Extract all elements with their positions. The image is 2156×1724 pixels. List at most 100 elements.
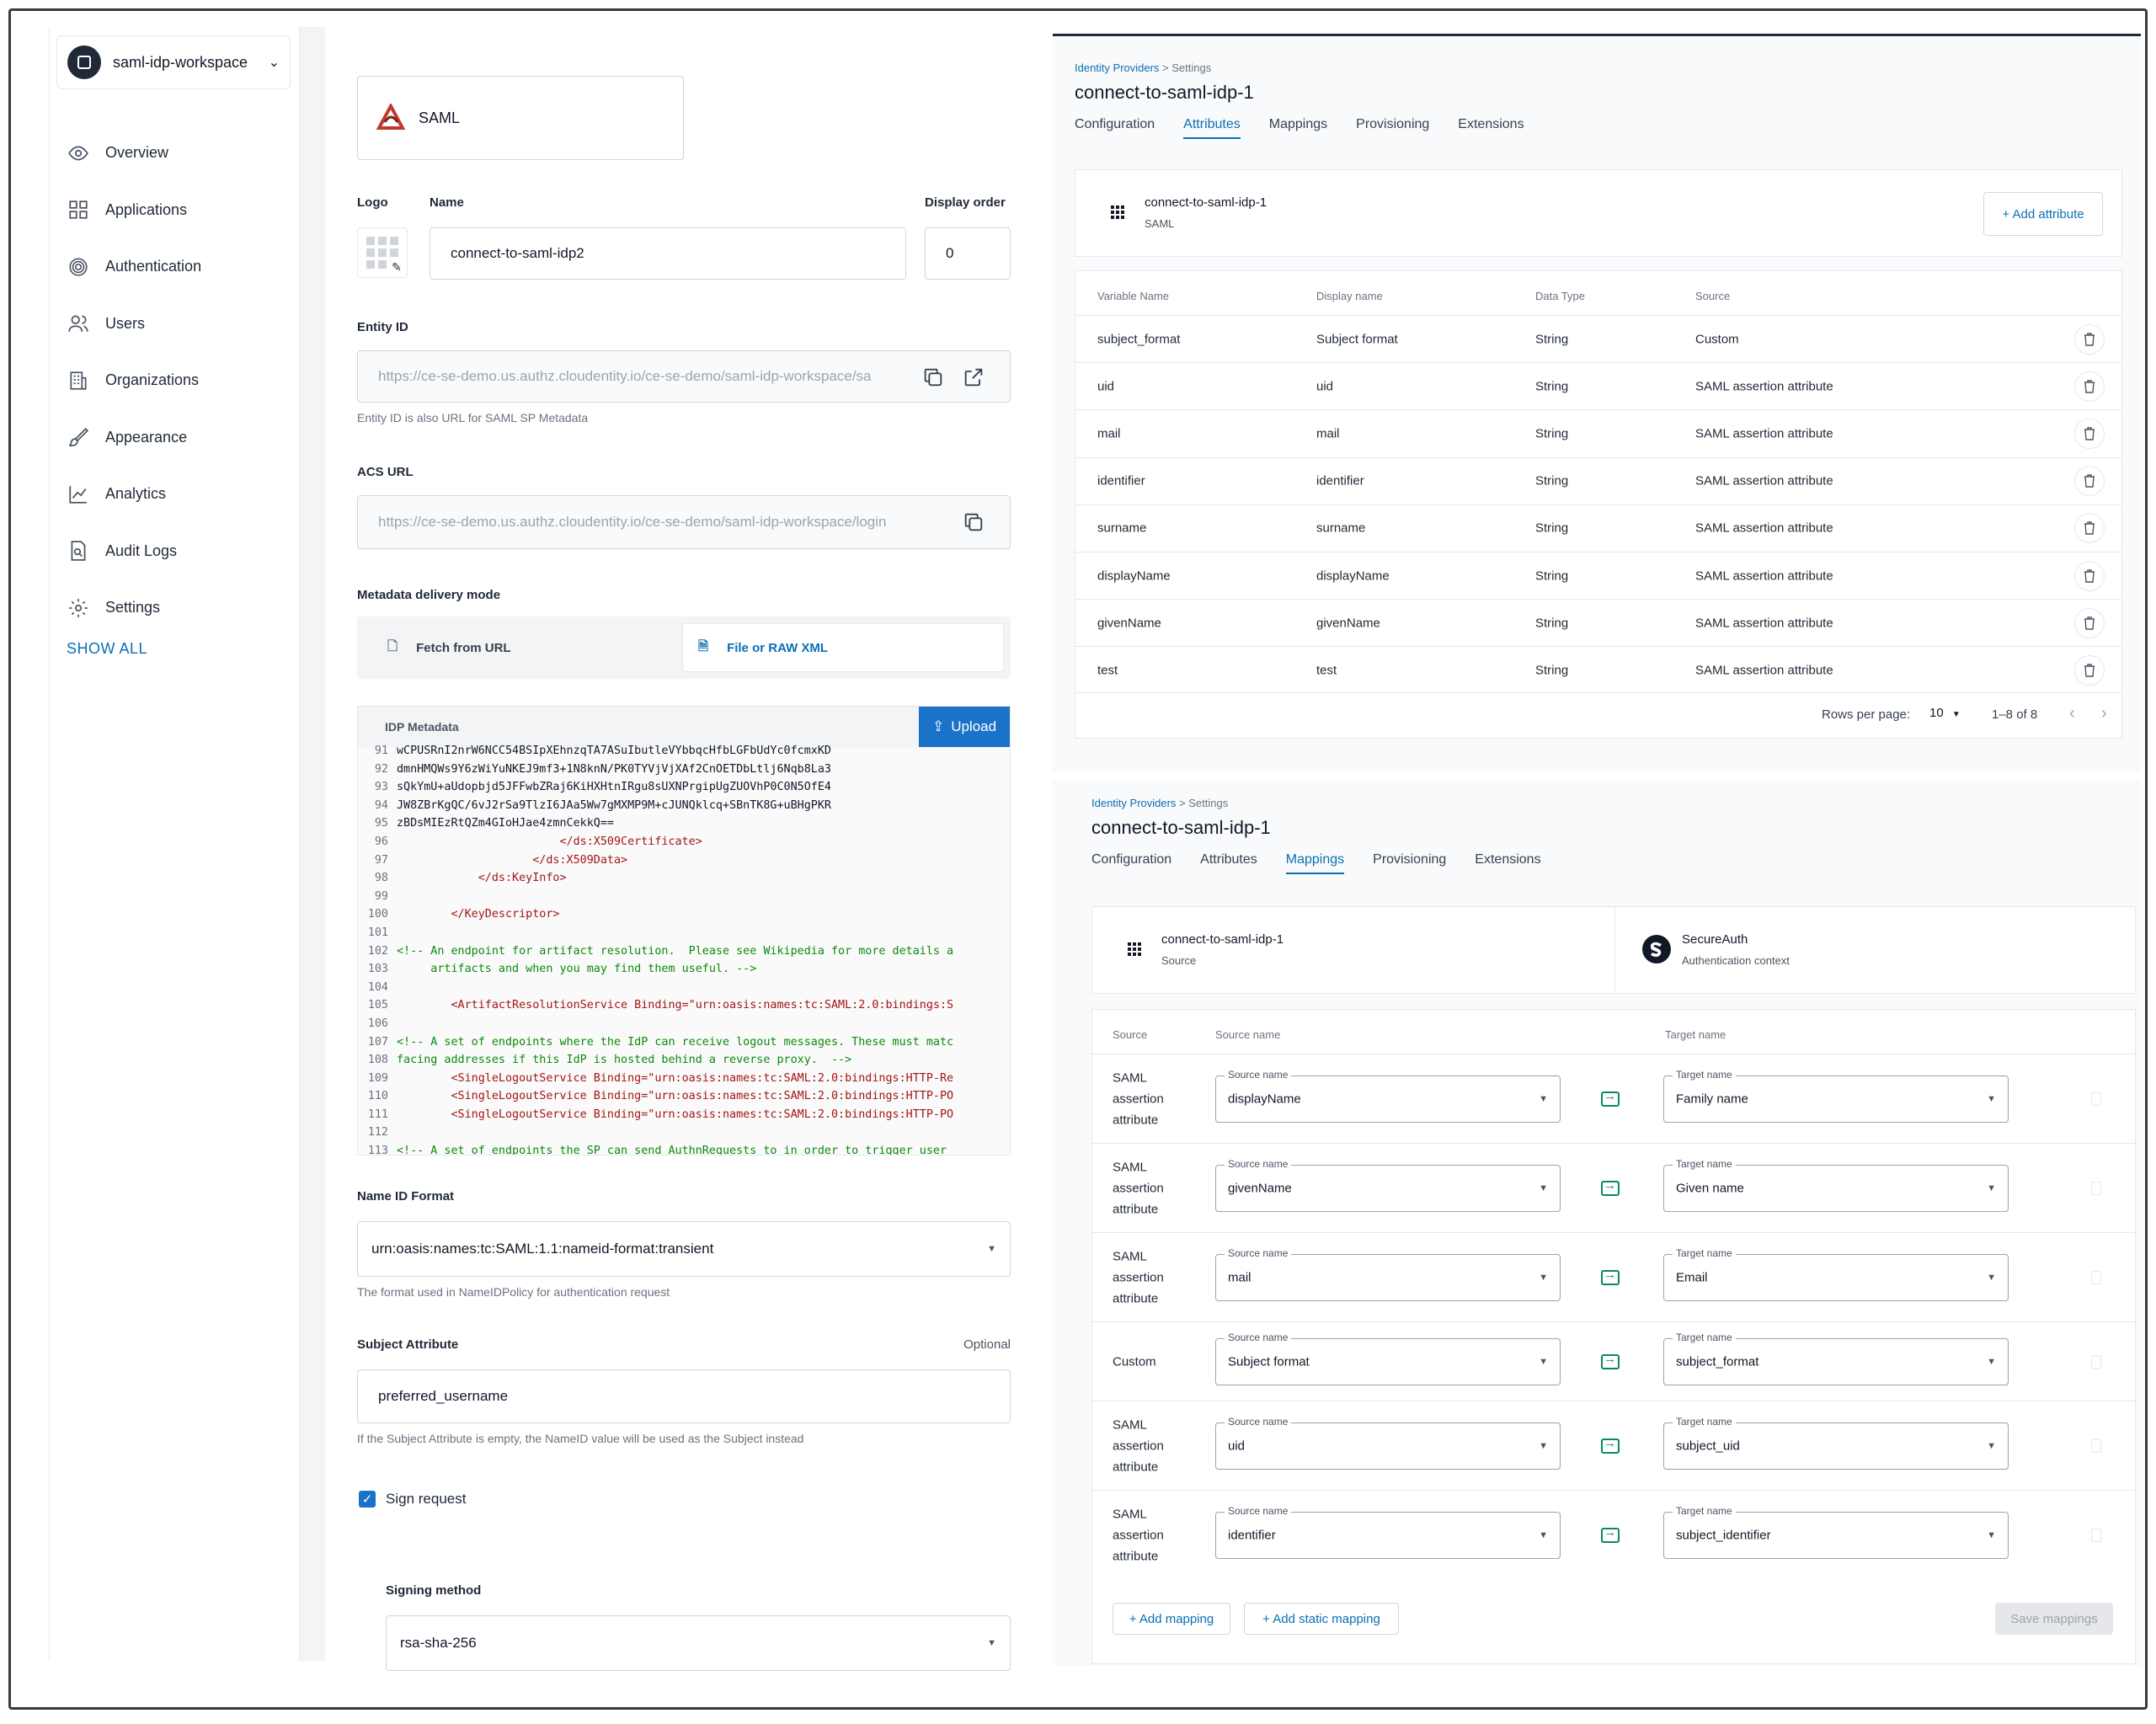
workspace-name: saml-idp-workspace (113, 53, 248, 71)
sidebar-item-organizations[interactable]: Organizations (50, 352, 299, 409)
tab-provisioning[interactable]: Provisioning (1373, 852, 1446, 874)
tab-configuration[interactable]: Configuration (1091, 852, 1171, 874)
table-row[interactable]: identifier identifier String SAML assertion… (1075, 456, 2121, 504)
line-number: 95 (374, 817, 388, 830)
source-name-select[interactable]: Source name identifier ▼ (1215, 1504, 1561, 1559)
column-header: Display name (1316, 290, 1383, 302)
line-number: 110 (367, 1090, 388, 1103)
mode-file-option[interactable]: 🗎 File or RAW XML (682, 623, 1004, 672)
show-all-link[interactable]: SHOW ALL (67, 640, 147, 658)
tab-extensions[interactable]: Extensions (1458, 117, 1524, 139)
edit-icon[interactable]: ✎ (388, 259, 405, 275)
tab-configuration[interactable]: Configuration (1075, 117, 1155, 139)
grid-icon (67, 198, 90, 222)
tab-extensions[interactable]: Extensions (1475, 852, 1540, 874)
sidebar-item-audit-logs[interactable]: Audit Logs (50, 523, 299, 580)
sidebar-item-authentication[interactable]: Authentication (50, 238, 299, 296)
sidebar-item-overview[interactable]: Overview (50, 125, 299, 182)
tab-mappings[interactable]: Mappings (1269, 117, 1327, 139)
entity-id-field[interactable]: https://ce-se-demo.us.authz.cloudentity.… (357, 350, 1011, 403)
source-name-select[interactable]: Source name Subject format ▼ (1215, 1331, 1561, 1385)
sidebar-item-appearance[interactable]: Appearance (50, 409, 299, 467)
acs-url-value: https://ce-se-demo.us.authz.cloudentity.… (378, 514, 887, 530)
subject-attribute-input[interactable]: preferred_username (357, 1369, 1011, 1423)
table-row[interactable]: uid uid String SAML assertion attribute (1075, 362, 2121, 409)
caret-down-icon: ▼ (1951, 710, 1961, 719)
column-header: Target name (1665, 1028, 1726, 1041)
chevron-right-icon[interactable]: › (2101, 704, 2107, 723)
source-name-select[interactable]: Source name givenName ▼ (1215, 1157, 1561, 1212)
source-caption: Source (1161, 954, 1197, 967)
save-mappings-button[interactable]: Save mappings (1995, 1603, 2113, 1635)
rows-per-page-select[interactable]: 10 ▼ (1929, 706, 1961, 720)
column-header: Source (1695, 290, 1731, 302)
sidebar-item-label: Authentication (105, 258, 202, 275)
trash-icon[interactable] (2074, 654, 2105, 686)
line-number: 111 (367, 1108, 388, 1121)
target-name-select[interactable]: Target name subject_identifier ▼ (1663, 1504, 2009, 1559)
target-name-select[interactable]: Target name Email ▼ (1663, 1246, 2009, 1301)
source-name-select[interactable]: Source name mail ▼ (1215, 1246, 1561, 1301)
target-name-select[interactable]: Target name subject_format ▼ (1663, 1331, 2009, 1385)
breadcrumb-current: > Settings (1159, 61, 1212, 74)
sidebar-item-analytics[interactable]: Analytics (50, 466, 299, 523)
display-order-input[interactable]: 0 (925, 227, 1011, 280)
code-text: JW8ZBrKgQC/6vJ2rSa9TlzI6JAa5Ww7gMXMP9M+c… (397, 798, 831, 812)
breadcrumb-link[interactable]: Identity Providers (1075, 61, 1159, 74)
table-row[interactable]: surname surname String SAML assertion attri… (1075, 504, 2121, 552)
table-row[interactable]: subject_format Subject format String Custom (1075, 315, 2121, 362)
name-input[interactable]: connect-to-saml-idp2 (430, 227, 906, 280)
source-name-select[interactable]: Source name uid ▼ (1215, 1415, 1561, 1470)
table-row[interactable]: mail mail String SAML assertion attribute (1075, 409, 2121, 456)
name-id-format-select[interactable]: urn:oasis:names:tc:SAML:1.1:nameid-forma… (357, 1221, 1011, 1277)
open-external-icon[interactable] (962, 366, 985, 389)
trash-icon[interactable] (2074, 418, 2105, 449)
trash-icon[interactable] (2091, 1270, 2101, 1284)
breadcrumb-link[interactable]: Identity Providers (1091, 797, 1176, 809)
sidebar-item-applications[interactable]: Applications (50, 182, 299, 239)
add-mapping-button[interactable]: + Add mapping (1113, 1603, 1230, 1635)
trash-icon[interactable] (2091, 1528, 2101, 1542)
target-name-select[interactable]: Target name Given name ▼ (1663, 1157, 2009, 1212)
copy-icon[interactable] (962, 510, 985, 534)
trash-icon[interactable] (2091, 1354, 2101, 1369)
trash-icon[interactable] (2091, 1438, 2101, 1453)
trash-icon[interactable] (2074, 466, 2105, 497)
sign-request-checkbox[interactable]: ✓ (359, 1491, 376, 1508)
trash-icon[interactable] (2074, 607, 2105, 638)
target-name-select[interactable]: Target name subject_uid ▼ (1663, 1415, 2009, 1470)
trash-icon[interactable] (2074, 560, 2105, 591)
tab-provisioning[interactable]: Provisioning (1356, 117, 1429, 139)
acs-url-field[interactable]: https://ce-se-demo.us.authz.cloudentity.… (357, 495, 1011, 549)
tab-attributes[interactable]: Attributes (1200, 852, 1257, 874)
trash-icon[interactable] (2074, 323, 2105, 355)
tab-mappings[interactable]: Mappings (1285, 852, 1345, 874)
breadcrumb-current: > Settings (1176, 797, 1229, 809)
tab-attributes[interactable]: Attributes (1183, 117, 1241, 139)
chevron-left-icon[interactable]: ‹ (2069, 704, 2075, 723)
trash-icon[interactable] (2091, 1092, 2101, 1106)
copy-icon[interactable] (921, 366, 945, 389)
trash-icon[interactable] (2074, 513, 2105, 544)
table-row[interactable]: test test String SAML assertion attribute (1075, 646, 2121, 693)
logo-uploader[interactable]: ✎ (357, 227, 408, 278)
table-row[interactable]: displayName displayName String SAML asserti… (1075, 552, 2121, 599)
table-cell: Custom (1695, 332, 1739, 346)
workspace-switcher[interactable]: saml-idp-workspace ⌄ (56, 35, 291, 89)
source-name-select[interactable]: Source name displayName ▼ (1215, 1068, 1561, 1123)
mapping-source: SAML assertion attribute (1113, 1417, 1164, 1474)
target-name-select[interactable]: Target name Family name ▼ (1663, 1068, 2009, 1123)
idp-metadata-editor[interactable]: IDP Metadata ⇪ Upload 91 wCPUSRnI2nrW6NCC… (357, 706, 1011, 1156)
trash-icon[interactable] (2091, 1181, 2101, 1195)
table-row[interactable]: givenName givenName String SAML assertion a… (1075, 599, 2121, 646)
mode-fetch-option[interactable]: 🗋 Fetch from URL (364, 623, 682, 672)
source-card: connect-to-saml-idp-1 SAML + Add attribu… (1075, 169, 2122, 257)
add-attribute-button[interactable]: + Add attribute (1983, 192, 2103, 236)
add-static-mapping-button[interactable]: + Add static mapping (1244, 1603, 1399, 1635)
upload-button[interactable]: ⇪ Upload (919, 707, 1010, 747)
trash-icon[interactable] (2074, 371, 2105, 402)
sidebar-item-users[interactable]: Users (50, 296, 299, 353)
idp-metadata-label: IDP Metadata (358, 707, 1010, 747)
signing-method-select[interactable]: rsa-sha-256 ▼ (386, 1615, 1011, 1671)
sidebar-item-settings[interactable]: Settings (50, 579, 299, 637)
